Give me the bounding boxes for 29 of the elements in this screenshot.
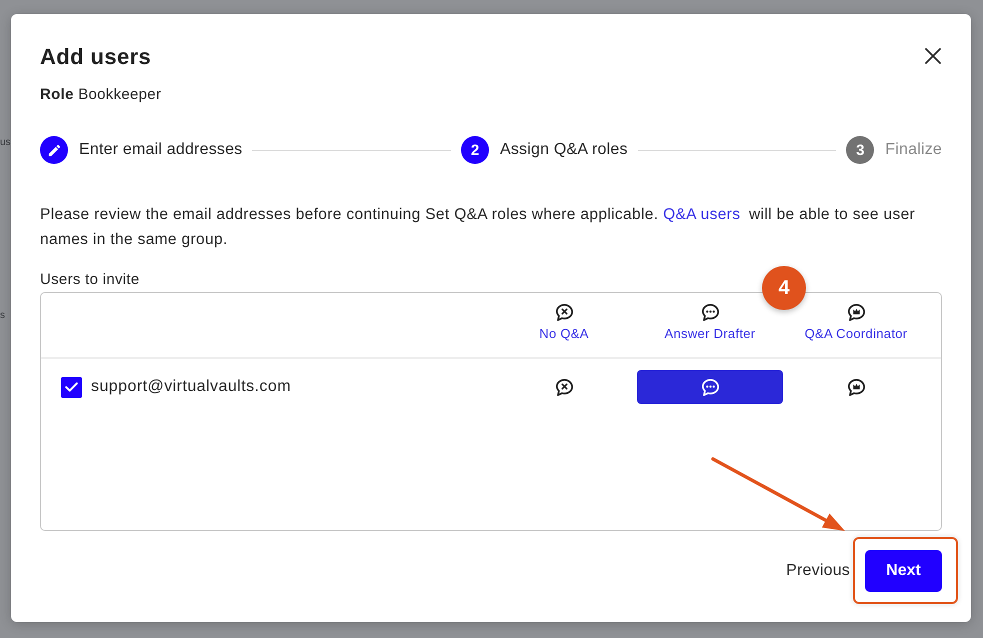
column-header: Answer Drafter — [664, 326, 756, 342]
column-header: Q&A Coordinator — [804, 326, 908, 342]
role-option[interactable] — [637, 370, 783, 404]
speech-bubble-crown-icon — [848, 304, 864, 321]
checkmark-icon — [65, 382, 78, 392]
step-label: Finalize — [885, 140, 942, 160]
speech-bubble-dots-icon — [702, 378, 718, 396]
user-email: support@virtualvaults.com — [91, 377, 292, 397]
close-icon — [925, 48, 941, 64]
speech-bubble-dots-icon — [702, 304, 718, 321]
speech-bubble-x-icon — [556, 378, 572, 396]
next-button[interactable]: Next — [865, 550, 942, 592]
speech-bubble-x-icon — [556, 304, 572, 321]
role-text: Role Bookkeeper — [40, 86, 162, 104]
speech-bubble-crown-icon — [848, 378, 864, 396]
intro-text: Please review the email addresses before continuing Set Q&A roles where applicable. Q&A users will be able to see user names in the same group. — [40, 205, 916, 250]
column-header: No Q&A — [539, 326, 589, 342]
step-label: Enter email addresses — [79, 140, 242, 160]
dialog-title: Add users — [40, 43, 152, 71]
checkbox[interactable] — [61, 376, 82, 398]
close-button[interactable] — [924, 47, 942, 65]
users-to-invite-label: Users to invite — [40, 271, 140, 289]
step-number: 3 — [846, 136, 874, 164]
step-number: 2 — [460, 136, 489, 164]
previous-button[interactable]: Previous — [786, 561, 850, 581]
qa-users-link[interactable]: Q&A users — [663, 206, 740, 223]
background-text: s — [0, 309, 5, 323]
background-text: us — [0, 136, 11, 150]
step-label: Assign Q&A roles — [500, 140, 628, 160]
